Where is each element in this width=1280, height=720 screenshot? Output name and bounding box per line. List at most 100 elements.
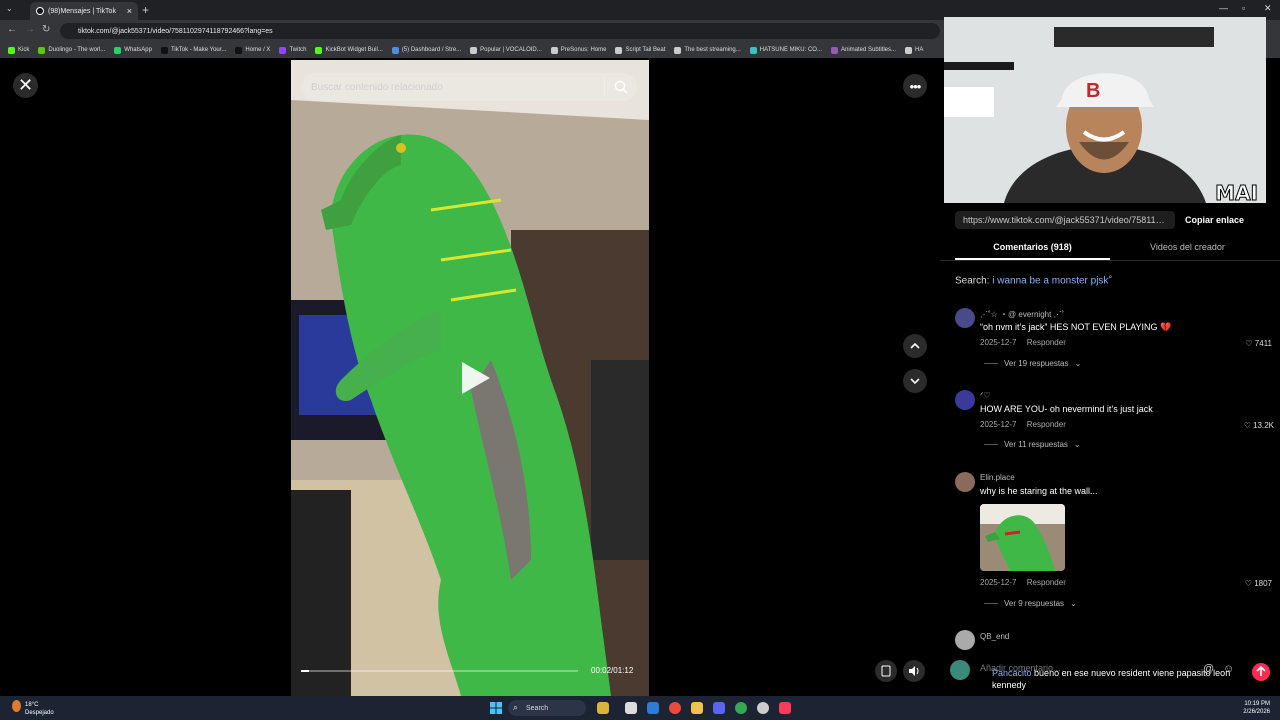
bookmark-label: Kick xyxy=(18,47,30,53)
weather-widget[interactable]: 18°C Despejado xyxy=(25,701,54,717)
windows-start-icon[interactable] xyxy=(490,702,502,714)
close-video-button[interactable]: ✕ xyxy=(13,73,38,98)
reload-icon[interactable]: ↻ xyxy=(42,24,50,35)
bookmark-item[interactable]: Popular | VOCALOID... xyxy=(470,46,542,54)
comment-username[interactable]: Elin.place xyxy=(980,473,1015,482)
chrome-alt-icon[interactable] xyxy=(669,702,681,714)
bookmark-item[interactable]: TikTok - Make Your... xyxy=(160,46,227,54)
comment-avatar[interactable] xyxy=(955,390,975,410)
comment-like[interactable]: ♡ 13.2K xyxy=(1214,421,1274,430)
emoji-icon[interactable]: ☺ xyxy=(1223,663,1234,675)
tab-comments[interactable]: Comentarios (918) xyxy=(955,242,1110,252)
bookmark-label: Twitch xyxy=(289,47,307,53)
bookmark-item[interactable]: HA xyxy=(905,46,923,54)
heart-icon: ♡ xyxy=(1245,339,1253,348)
discord-icon[interactable] xyxy=(713,702,725,714)
view-replies-label: Ver 19 respuestas xyxy=(1004,359,1069,368)
bookmark-label: WhatsApp xyxy=(124,47,152,53)
comment-reply-button[interactable]: Responder xyxy=(1027,338,1066,347)
comment-username[interactable]: QB_end xyxy=(980,632,1009,641)
tab-close-icon[interactable]: × xyxy=(127,6,132,16)
browser-tab[interactable]: (98)Mensajes | TikTok × xyxy=(30,2,138,20)
chevron-down-icon: ⌄ xyxy=(1073,440,1081,449)
floating-player-button[interactable] xyxy=(875,660,897,682)
more-options-button[interactable]: ••• xyxy=(903,74,927,98)
close-window-icon[interactable]: ✕ xyxy=(1264,3,1272,14)
comment-avatar[interactable] xyxy=(955,472,975,492)
video-link[interactable]: https://www.tiktok.com/@jack55371/video/… xyxy=(955,211,1175,229)
view-replies-button[interactable]: Ver 11 respuestas ⌄ xyxy=(984,440,1081,449)
taskbar-search[interactable]: Search xyxy=(508,700,586,716)
edge-icon[interactable] xyxy=(647,702,659,714)
bookmark-item[interactable]: Twitch xyxy=(279,46,307,54)
comment-username[interactable]: ᐟ♡ xyxy=(980,391,991,400)
comment-like[interactable]: ♡ 1807 xyxy=(1212,579,1272,588)
bookmark-item[interactable]: WhatsApp xyxy=(114,46,152,54)
previous-video-button[interactable] xyxy=(903,334,927,358)
bookmark-item[interactable]: KickBot Widget Buil... xyxy=(315,46,383,54)
bookmark-item[interactable]: PreSonus: Home xyxy=(550,46,606,54)
bookmark-item[interactable]: Kick xyxy=(8,46,30,54)
related-search-input[interactable]: Buscar contenido relacionado xyxy=(301,73,637,101)
arrow-up-icon xyxy=(1256,665,1266,676)
send-comment-button[interactable] xyxy=(1252,663,1270,681)
system-clock[interactable]: 10:19 PM 2/26/2026 xyxy=(1236,700,1270,716)
comment-reply-button[interactable]: Responder xyxy=(1027,578,1066,587)
task-view-icon[interactable] xyxy=(625,702,637,714)
chatgpt-icon[interactable] xyxy=(757,702,769,714)
search-icon[interactable] xyxy=(613,79,629,95)
music-icon[interactable] xyxy=(779,702,791,714)
url-text: tiktok.com/@jack55371/video/758110297411… xyxy=(78,27,273,35)
play-icon[interactable] xyxy=(452,356,496,400)
bookmark-label: Home / X xyxy=(245,47,271,53)
minimize-icon[interactable]: — xyxy=(1219,3,1228,13)
comment-meta: 2025-12-7 Responder xyxy=(980,420,1066,429)
bookmark-item[interactable]: (5) Dashboard / Stre... xyxy=(391,46,461,54)
bookmark-item[interactable]: Animated Subtitles... xyxy=(830,46,896,54)
next-video-button[interactable] xyxy=(903,369,927,393)
comment-image[interactable] xyxy=(980,504,1065,571)
bookmark-item[interactable]: The best streaming... xyxy=(674,46,741,54)
chat-user-avatar xyxy=(950,660,970,680)
comment-search-suggestion[interactable]: Search: i wanna be a monster pjsk⌕ xyxy=(955,274,1112,286)
maximize-icon[interactable]: ▫ xyxy=(1242,3,1245,13)
comment-avatar[interactable] xyxy=(955,630,975,650)
comment-avatar[interactable] xyxy=(955,308,975,328)
volume-button[interactable] xyxy=(903,660,925,682)
bookmark-label: TikTok - Make Your... xyxy=(170,47,227,53)
tab-creator-videos[interactable]: Videos del creador xyxy=(1115,242,1260,252)
comment-username[interactable]: ⋰˚☆ ・@ evernight ⋰˚ xyxy=(980,309,1064,320)
bookmark-item[interactable]: Script Tail Beat xyxy=(615,46,665,54)
taskbar-app-icon[interactable] xyxy=(597,702,609,714)
search-query: i wanna be a monster pjsk xyxy=(992,275,1109,287)
chrome-icon[interactable] xyxy=(735,702,747,714)
new-tab-icon[interactable]: + xyxy=(142,3,149,17)
bookmark-item[interactable]: Duolingo - The worl... xyxy=(38,46,105,54)
tab-menu-icon[interactable]: ⌄ xyxy=(6,4,13,13)
view-replies-button[interactable]: Ver 19 respuestas ⌄ xyxy=(984,359,1081,368)
back-icon[interactable]: ← xyxy=(7,24,17,35)
mention-icon[interactable]: @ xyxy=(1203,663,1214,675)
comment-like[interactable]: ♡ 7411 xyxy=(1212,339,1272,348)
replies-line xyxy=(984,444,998,445)
bookmark-favicon-icon xyxy=(470,46,478,54)
copy-link-button[interactable]: Copiar enlace xyxy=(1185,215,1244,225)
view-replies-button[interactable]: Ver 9 respuestas ⌄ xyxy=(984,599,1077,608)
bookmark-favicon-icon xyxy=(8,46,15,54)
comment-meta: 2025-12-7 Responder xyxy=(980,338,1066,347)
bookmark-item[interactable]: Home / X xyxy=(235,46,271,54)
forward-icon[interactable]: → xyxy=(25,24,35,35)
search-prefix: Search: xyxy=(955,275,990,287)
file-explorer-icon[interactable] xyxy=(691,702,703,714)
chevron-down-icon: ⌄ xyxy=(1070,599,1077,608)
video-progress-fill xyxy=(301,670,309,672)
video-progress-bar[interactable] xyxy=(301,670,578,672)
comment-reply-button[interactable]: Responder xyxy=(1027,420,1066,429)
tiktok-favicon-icon xyxy=(36,7,44,15)
bookmark-item[interactable]: HATSUNE MIKU: CO... xyxy=(749,46,822,54)
bookmark-favicon-icon xyxy=(674,46,682,54)
bookmark-favicon-icon xyxy=(391,46,399,54)
bookmark-favicon-icon xyxy=(905,46,913,54)
url-field[interactable]: tiktok.com/@jack55371/video/758110297411… xyxy=(60,23,940,39)
comment-like-count: 7411 xyxy=(1254,339,1272,348)
